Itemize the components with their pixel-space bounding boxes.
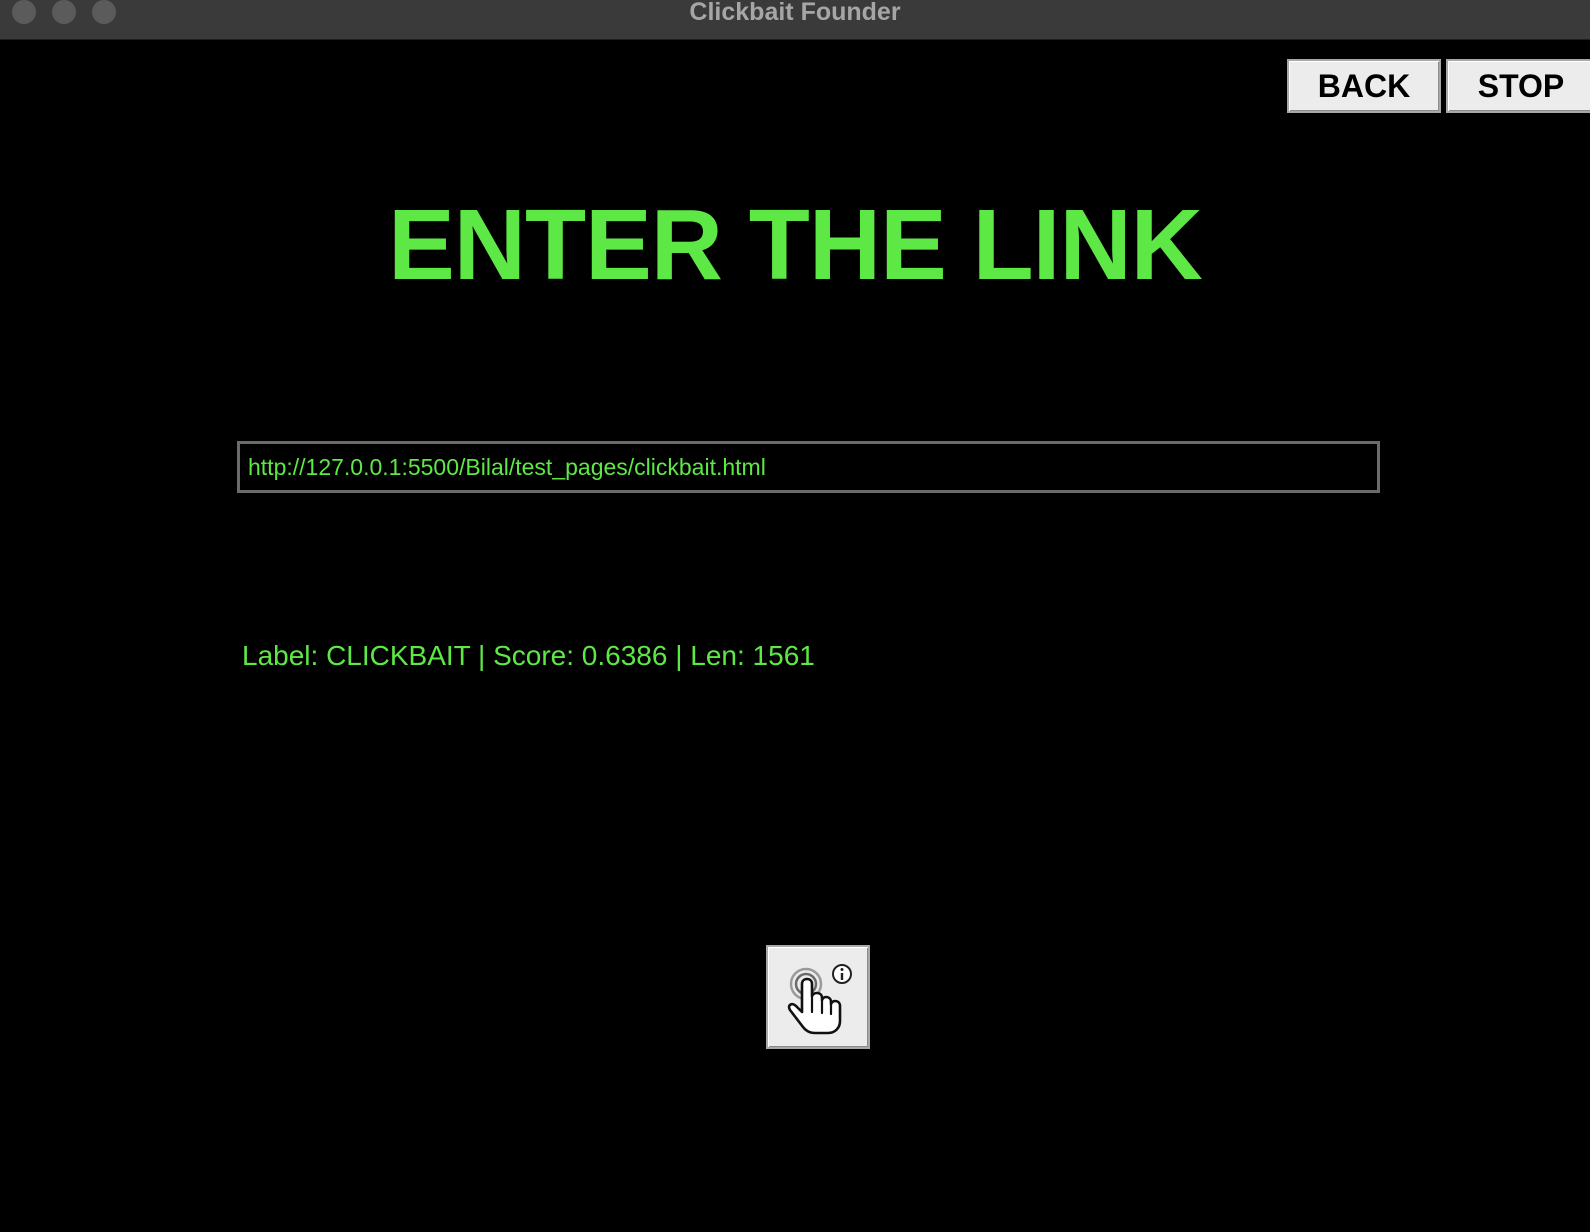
result-text: Label: CLICKBAIT | Score: 0.6386 | Len: … — [242, 640, 815, 671]
window-title: Clickbait Founder — [689, 0, 901, 26]
title-bar: Clickbait Founder — [0, 0, 1590, 40]
stop-button[interactable]: STOP — [1446, 59, 1590, 113]
analyze-button[interactable] — [766, 945, 870, 1049]
app-window: Clickbait Founder BACK STOP ENTER THE LI… — [0, 0, 1590, 1232]
page-heading: ENTER THE LINK — [388, 189, 1203, 301]
back-button[interactable]: BACK — [1287, 59, 1441, 113]
hand-pointer-click-icon — [778, 954, 858, 1040]
main-content: BACK STOP ENTER THE LINK Label: CLICKBAI… — [0, 40, 1590, 1232]
url-input[interactable] — [237, 441, 1380, 493]
